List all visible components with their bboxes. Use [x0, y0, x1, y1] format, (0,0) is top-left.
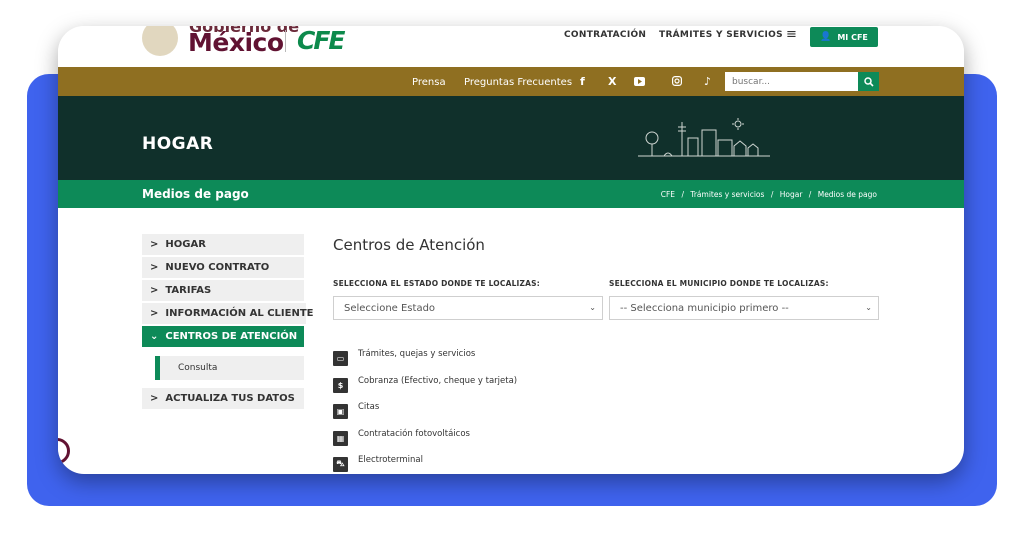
calendar-icon: ▣: [333, 403, 348, 419]
sidebar-item-label: CENTROS DE ATENCIÓN: [165, 331, 298, 342]
sidebar-item-label: HOGAR: [165, 239, 206, 250]
chevron-right-icon: >: [150, 308, 159, 319]
service-label: Electroterminal: [358, 455, 423, 465]
mexico-logo[interactable]: México: [188, 28, 284, 57]
sidebar-item-label: INFORMACIÓN AL CLIENTE: [165, 308, 314, 319]
service-item[interactable]: ▭ Trámites, quejas y servicios: [333, 349, 475, 367]
chevron-down-icon: ⌄: [589, 303, 596, 312]
nav-contratacion[interactable]: CONTRATACIÓN: [564, 30, 646, 40]
utility-bar: Prensa Preguntas Frecuentes f X ♪: [58, 67, 964, 96]
sidebar-item-actualiza-datos[interactable]: > ACTUALIZA TUS DATOS: [142, 388, 304, 409]
breadcrumb-cfe[interactable]: CFE: [661, 190, 675, 199]
chevron-right-icon: >: [150, 262, 159, 273]
service-item[interactable]: $ Cobranza (Efectivo, cheque y tarjeta): [333, 376, 517, 394]
breadcrumb-separator: /: [808, 190, 812, 199]
solar-panel-icon: ▦: [333, 430, 348, 446]
car-icon: ⛍: [333, 456, 348, 472]
chevron-down-icon: ⌄: [150, 331, 159, 342]
municipio-select[interactable]: -- Selecciona municipio primero -- ⌄: [609, 296, 879, 320]
cfe-logo[interactable]: CFE: [297, 26, 345, 55]
estado-label: SELECCIONA EL ESTADO DONDE TE LOCALIZAS:: [333, 279, 540, 288]
page-title: Medios de pago: [142, 187, 249, 201]
nav-tramites-servicios[interactable]: TRÁMITES Y SERVICIOS: [659, 30, 783, 40]
sidebar-item-hogar[interactable]: > HOGAR: [142, 234, 304, 255]
cityscape-illustration: [638, 118, 770, 157]
breadcrumb: CFE / Trámites y servicios / Hogar / Med…: [659, 190, 879, 199]
page-subheader: Medios de pago CFE / Trámites y servicio…: [58, 180, 964, 208]
tiktok-icon[interactable]: ♪: [704, 75, 711, 88]
service-item[interactable]: ▣ Citas: [333, 402, 379, 420]
search-button[interactable]: [858, 72, 879, 91]
logo-divider: [285, 30, 286, 52]
breadcrumb-separator: /: [681, 190, 684, 199]
breadcrumb-separator: /: [770, 190, 774, 199]
chevron-right-icon: >: [150, 285, 159, 296]
link-preguntas-frecuentes[interactable]: Preguntas Frecuentes: [464, 77, 572, 88]
breadcrumb-tramites[interactable]: Trámites y servicios: [690, 190, 764, 199]
sidebar-item-label: ACTUALIZA TUS DATOS: [165, 393, 295, 404]
hero-banner: HOGAR: [58, 96, 964, 180]
accessibility-badge-icon[interactable]: [58, 438, 70, 464]
link-prensa[interactable]: Prensa: [412, 77, 446, 88]
chevron-right-icon: >: [150, 393, 159, 404]
chevron-right-icon: >: [150, 239, 159, 250]
chat-icon: ▭: [333, 350, 348, 366]
facebook-icon[interactable]: f: [580, 75, 585, 88]
sidebar-item-informacion-cliente[interactable]: > INFORMACIÓN AL CLIENTE: [142, 303, 314, 324]
section-title: Centros de Atención: [333, 236, 485, 254]
sidebar-item-nuevo-contrato[interactable]: > NUEVO CONTRATO: [142, 257, 304, 278]
search-input[interactable]: [725, 72, 858, 91]
coat-of-arms-icon: [142, 26, 178, 56]
estado-select[interactable]: Seleccione Estado ⌄: [333, 296, 603, 320]
user-icon: 👤: [820, 32, 832, 42]
service-label: Trámites, quejas y servicios: [358, 349, 476, 359]
x-icon[interactable]: X: [608, 75, 616, 88]
chevron-down-icon: ⌄: [865, 303, 872, 312]
service-label: Contratación fotovoltáicos: [358, 429, 470, 439]
sidebar-item-label: NUEVO CONTRATO: [165, 262, 270, 273]
hamburger-icon[interactable]: ≡: [786, 27, 797, 42]
municipio-label: SELECCIONA EL MUNICIPIO DONDE TE LOCALIZ…: [609, 279, 829, 288]
search-icon: [863, 76, 874, 87]
sidebar-item-tarifas[interactable]: > TARIFAS: [142, 280, 304, 301]
mi-cfe-label: MI CFE: [837, 32, 868, 42]
youtube-icon[interactable]: [634, 76, 645, 89]
sidebar-subitem-consulta[interactable]: Consulta: [155, 356, 304, 380]
sidebar-item-label: TARIFAS: [165, 285, 212, 296]
breadcrumb-hogar[interactable]: Hogar: [780, 190, 803, 199]
mi-cfe-button[interactable]: 👤 MI CFE: [810, 27, 878, 47]
service-item[interactable]: ▦ Contratación fotovoltáicos: [333, 429, 470, 447]
instagram-icon[interactable]: [672, 76, 683, 89]
sidebar-item-centros-atencion[interactable]: ⌄ CENTROS DE ATENCIÓN: [142, 326, 304, 347]
estado-select-value: Seleccione Estado: [344, 302, 436, 314]
service-label: Cobranza (Efectivo, cheque y tarjeta): [358, 376, 518, 386]
hero-title: HOGAR: [142, 134, 214, 154]
dollar-icon: $: [333, 377, 348, 393]
service-item[interactable]: ⛍ Electroterminal: [333, 455, 423, 473]
site-header: Gobierno de México CFE CONTRATACIÓN TRÁM…: [58, 26, 964, 67]
municipio-select-value: -- Selecciona municipio primero --: [620, 302, 789, 314]
service-label: Citas: [358, 402, 380, 412]
breadcrumb-medios: Medios de pago: [817, 190, 877, 199]
browser-frame: Gobierno de México CFE CONTRATACIÓN TRÁM…: [58, 26, 964, 474]
